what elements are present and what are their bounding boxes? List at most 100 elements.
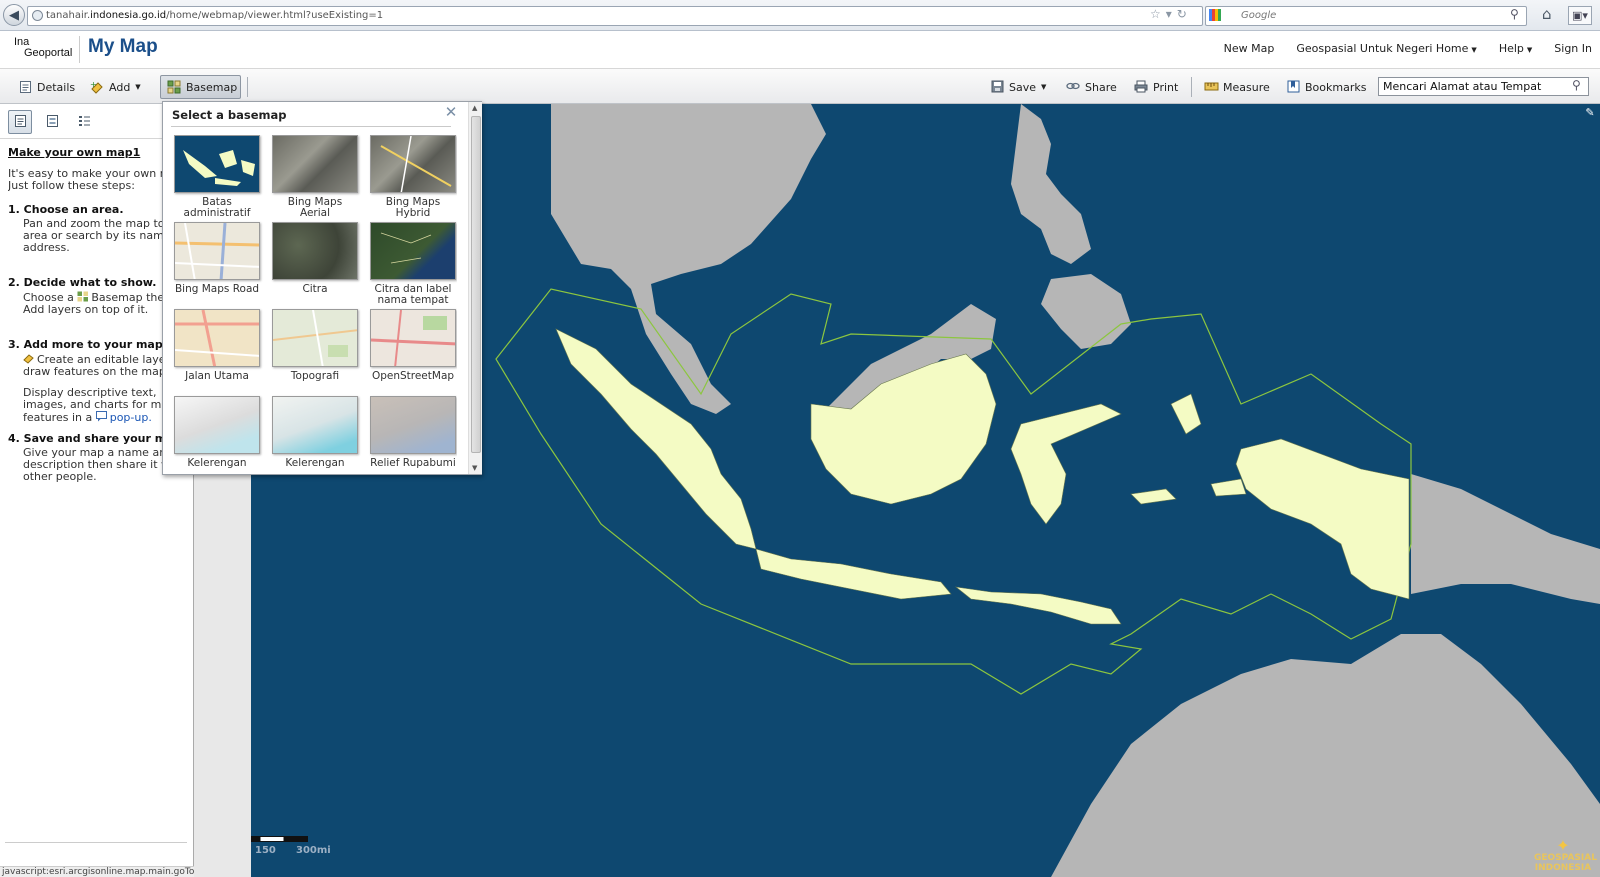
nav-sign-in-label: Sign In <box>1554 42 1592 55</box>
add-label: Add <box>109 80 131 94</box>
tab-content[interactable] <box>40 110 64 134</box>
java <box>755 548 952 600</box>
basemap-relief-rupabumi[interactable]: Relief Rupabumi <box>365 396 457 469</box>
tab-about[interactable] <box>8 110 32 134</box>
basemap-citra-label[interactable]: Citra dan label nama tempat <box>365 222 457 306</box>
url-path: /home/webmap/viewer.html?useExisting=1 <box>166 10 384 21</box>
step-1: 1. Choose an area. Pan and zoom the map … <box>8 204 188 254</box>
basemap-topografi[interactable]: Topografi <box>267 309 363 382</box>
map-expand-icon[interactable]: ✎ <box>1583 106 1597 120</box>
step-3: 3. Add more to your map. Create an edita… <box>8 339 188 424</box>
save-label: Save <box>1009 80 1037 94</box>
basemap-thumbnail <box>272 309 358 367</box>
step-body: Give your map a name and a description t… <box>8 447 188 483</box>
step-body: Create an editable layer to draw feature… <box>8 353 188 424</box>
basemap-button[interactable]: Basemap <box>160 75 241 99</box>
step-title: 4. Save and share your map. <box>8 432 186 445</box>
basemap-thumbnail <box>370 135 456 193</box>
basemap-openstreetmap[interactable]: OpenStreetMap <box>365 309 457 382</box>
basemap-thumbnail <box>370 222 456 280</box>
browser-search-input[interactable]: Google <box>1205 6 1527 26</box>
print-button[interactable]: Print <box>1128 75 1184 99</box>
philippines-south <box>1041 274 1131 349</box>
scrollbar-thumb[interactable] <box>471 116 481 453</box>
site-globe-icon <box>32 10 43 21</box>
basemap-label: administratif <box>183 207 251 219</box>
step-2: 2. Decide what to show. Choose a Basemap… <box>8 277 188 316</box>
tab-legend[interactable] <box>72 110 96 134</box>
basemap-thumbnail <box>174 135 260 193</box>
scroll-down-icon[interactable]: ▼ <box>472 464 477 472</box>
caret-down-icon: ▼ <box>1041 83 1047 91</box>
basemap-jalan-utama[interactable]: Jalan Utama <box>169 309 265 382</box>
basemap-bing-road[interactable]: Bing Maps Road <box>169 222 265 295</box>
caret-down-icon: ▼ <box>1526 46 1533 54</box>
search-icon[interactable]: ⚲ <box>1572 78 1581 92</box>
logo-text-2: Geoportal <box>24 47 73 59</box>
basemap-label: Kelerengan <box>285 457 345 469</box>
basemap-thumbnail <box>174 396 260 454</box>
papua <box>1235 438 1410 600</box>
bookmarks-button[interactable]: Bookmarks <box>1280 75 1372 99</box>
basemap-batas-administratif[interactable]: Batas administratif <box>169 135 265 219</box>
corner-logo-text-2: INDONESIA <box>1534 863 1592 873</box>
philippines-north <box>1011 104 1091 264</box>
save-disk-icon <box>990 80 1004 94</box>
add-button[interactable]: + Add ▼ <box>84 75 147 99</box>
about-doc-icon <box>14 114 27 131</box>
basemap-thumbnail <box>370 309 456 367</box>
bookmark-star-icon[interactable]: ☆▾↻ <box>1150 7 1192 21</box>
step-text: features in a <box>23 411 93 424</box>
ina-geoportal-logo[interactable]: Ina Geoportal <box>14 37 74 63</box>
kalimantan <box>810 353 997 505</box>
basemap-bing-aerial[interactable]: Bing Maps Aerial <box>267 135 363 219</box>
close-icon[interactable]: ✕ <box>443 104 459 120</box>
scale-bar <box>251 836 308 842</box>
address-bar[interactable]: tanahair.indonesia.go.id/home/webmap/vie… <box>27 6 1203 26</box>
basemap-thumbnail <box>272 396 358 454</box>
step-text: draw features on the map. <box>23 365 170 378</box>
measure-button[interactable]: Measure <box>1198 75 1276 99</box>
scroll-up-icon[interactable]: ▲ <box>472 104 477 112</box>
gallery-divider <box>171 126 451 127</box>
sidebar-tabs <box>8 110 96 134</box>
corner-logo-text-1: GEOSPASIAL <box>1534 853 1597 863</box>
basemap-label: Relief Rupabumi <box>370 457 456 469</box>
home-icon[interactable]: ⌂ <box>1542 5 1552 23</box>
nav-help[interactable]: Help ▼ <box>1499 42 1532 55</box>
scale-label-150: 150 <box>255 845 276 856</box>
nav-new-map[interactable]: New Map <box>1224 42 1275 55</box>
step-text: images, and charts for map <box>23 398 176 411</box>
google-icon[interactable] <box>1209 9 1221 21</box>
share-button[interactable]: Share <box>1060 75 1123 99</box>
step-4: 4. Save and share your map. Give your ma… <box>8 433 188 483</box>
add-layer-icon: + <box>90 80 104 94</box>
extensions-icon[interactable]: ▣▾ <box>1568 6 1592 25</box>
back-arrow-icon[interactable]: ◀ <box>3 4 25 26</box>
basemap-bing-hybrid[interactable]: Bing Maps Hybrid <box>365 135 457 219</box>
basemap-label: Basemap <box>186 80 238 94</box>
save-button[interactable]: Save ▼ <box>984 75 1052 99</box>
maluku <box>1130 393 1247 505</box>
details-button[interactable]: Details <box>12 75 81 99</box>
basemap-citra[interactable]: Citra <box>267 222 363 295</box>
basemap-thumbnail <box>272 135 358 193</box>
sidebar-divider <box>5 842 187 843</box>
measure-label: Measure <box>1223 80 1270 94</box>
sumatra <box>555 328 757 550</box>
basemap-kelerengan-1[interactable]: Kelerengan <box>169 396 265 469</box>
bookmarks-label: Bookmarks <box>1305 80 1367 94</box>
basemap-thumbnail <box>174 222 260 280</box>
legend-icon <box>78 114 91 131</box>
basemap-label: Hybrid <box>395 207 431 219</box>
search-icon[interactable]: ⚲ <box>1510 7 1519 21</box>
basemap-kelerengan-2[interactable]: Kelerengan <box>267 396 363 469</box>
app-header: Ina Geoportal My Map New Map Geospasial … <box>0 31 1600 68</box>
popup-link[interactable]: pop-up. <box>110 411 152 424</box>
caret-down-icon: ▼ <box>135 83 141 91</box>
address-search-input[interactable] <box>1378 77 1589 96</box>
share-label: Share <box>1085 80 1117 94</box>
nav-home[interactable]: Geospasial Untuk Negeri Home ▼ <box>1296 42 1476 55</box>
nav-sign-in[interactable]: Sign In <box>1554 42 1592 55</box>
gallery-scrollbar[interactable]: ▲ ▼ <box>468 102 482 474</box>
